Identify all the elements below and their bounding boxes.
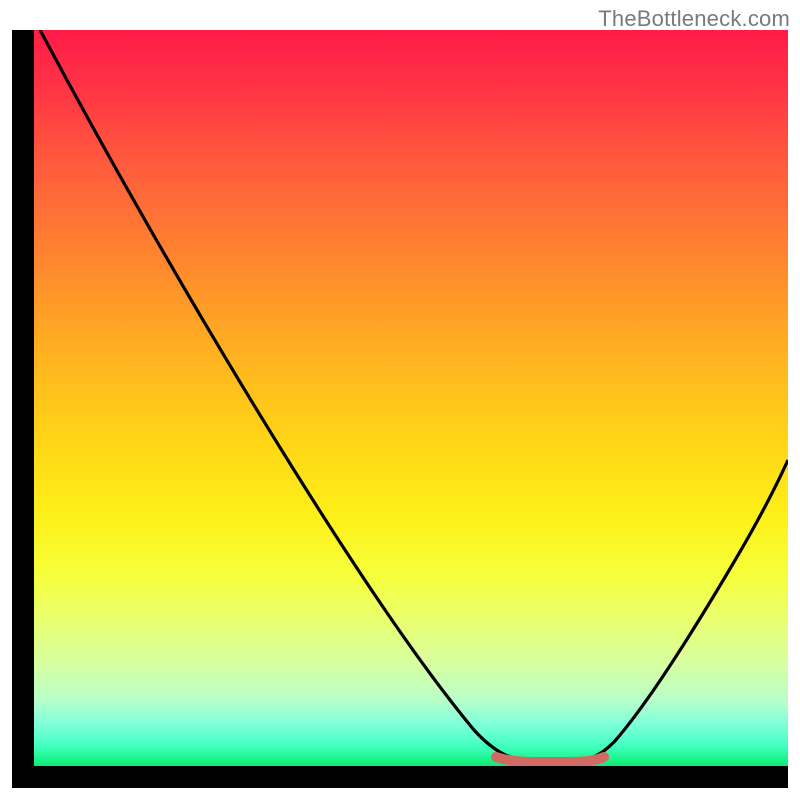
plot-outer-border: [12, 30, 788, 788]
plot-area: [34, 30, 788, 766]
optimal-band-path: [496, 757, 604, 762]
bottleneck-curve-path: [40, 30, 788, 761]
chart-frame: TheBottleneck.com: [0, 0, 800, 800]
bottleneck-curve-svg: [34, 30, 788, 766]
attribution-text: TheBottleneck.com: [598, 6, 790, 32]
